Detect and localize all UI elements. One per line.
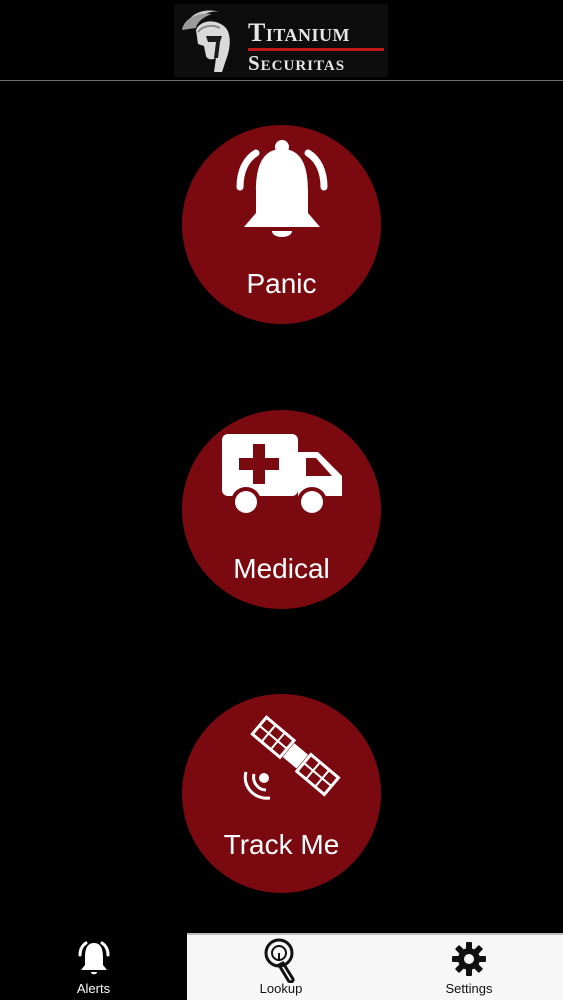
- tab-alerts[interactable]: Alerts: [0, 933, 187, 1000]
- ambulance-icon: [222, 434, 342, 517]
- titanium-securitas-logo: Titanium Securitas: [174, 4, 388, 77]
- tab-settings[interactable]: Settings: [375, 933, 563, 1000]
- medical-label: Medical: [233, 553, 330, 584]
- trackme-label: Track Me: [223, 829, 340, 860]
- tab-settings-label: Settings: [445, 981, 493, 996]
- trackme-button[interactable]: Track Me: [182, 694, 381, 893]
- tab-alerts-label: Alerts: [76, 981, 111, 996]
- panic-button[interactable]: Panic: [182, 125, 381, 324]
- app-header: Titanium Securitas: [0, 0, 563, 81]
- logo-text: Titanium Securitas: [248, 20, 386, 74]
- gear-icon: [452, 942, 486, 976]
- tab-lookup[interactable]: Lookup: [187, 933, 375, 1000]
- alarm-bell-icon: [236, 140, 328, 237]
- fingerprint-icon: [264, 938, 295, 983]
- panic-label: Panic: [246, 268, 317, 299]
- logo-title: Titanium: [248, 18, 351, 47]
- bell-icon: [78, 941, 109, 975]
- satellite-icon: [243, 715, 341, 800]
- tab-lookup-label: Lookup: [259, 981, 303, 996]
- medical-button[interactable]: Medical: [182, 410, 381, 609]
- spartan-helmet-icon: [182, 10, 230, 72]
- bottom-tab-bar: Alerts Lookup Settings: [0, 933, 563, 1000]
- logo-subtitle: Securitas: [248, 51, 346, 75]
